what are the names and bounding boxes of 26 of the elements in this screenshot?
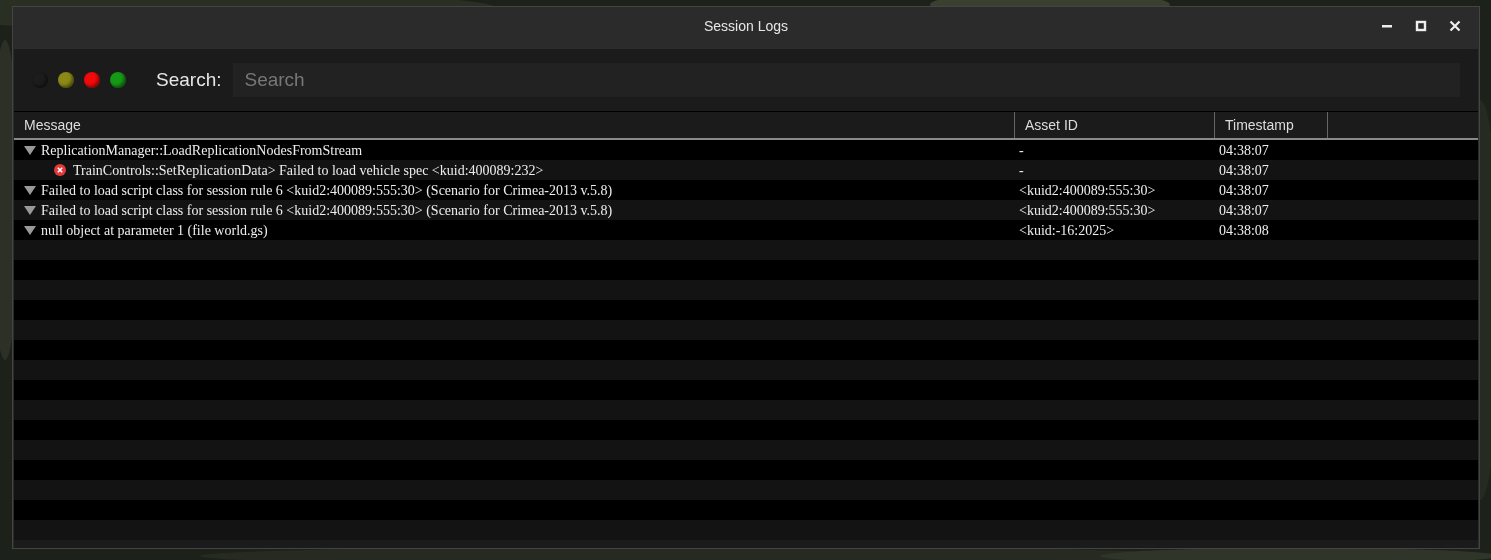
message-text: Failed to load script class for session rule 6 <kuid2:400089:555:30> (Scenario for Crimea-2013 v.5.8) bbox=[41, 201, 613, 220]
timestamp-text: 04:38:07 bbox=[1219, 182, 1269, 198]
window-title: Session Logs bbox=[703, 16, 789, 36]
column-header[interactable]: Asset ID bbox=[1015, 112, 1215, 138]
message-text: Failed to load script class for session rule 6 <kuid2:400089:555:30> (Scenario for Crimea-2013 v.5.8) bbox=[41, 181, 613, 200]
asset-id-text: <kuid:-16:2025> bbox=[1019, 222, 1115, 238]
expanded-triangle-icon[interactable] bbox=[24, 205, 36, 215]
expanded-triangle-icon[interactable] bbox=[24, 145, 36, 155]
message-text: null object at parameter 1 (file world.gs) bbox=[41, 221, 268, 240]
asset-id-text: - bbox=[1019, 142, 1024, 158]
search-label: Search: bbox=[156, 67, 222, 92]
message-text: TrainControls::SetReplicationData> Failed to load vehicle spec <kuid:400089:232> bbox=[73, 161, 544, 180]
timestamp-text: 04:38:07 bbox=[1219, 162, 1269, 178]
expanded-triangle-icon[interactable] bbox=[24, 225, 36, 235]
column-header[interactable]: Timestamp bbox=[1215, 112, 1328, 138]
timestamp-text: 04:38:07 bbox=[1219, 142, 1269, 158]
timestamp-text: 04:38:07 bbox=[1219, 202, 1269, 218]
message-text: ReplicationManager::LoadReplicationNodesFromStream bbox=[41, 141, 363, 160]
expanded-triangle-icon[interactable] bbox=[24, 185, 36, 195]
asset-id-text: <kuid2:400089:555:30> bbox=[1019, 202, 1156, 218]
timestamp-text: 04:38:08 bbox=[1219, 222, 1269, 238]
asset-id-text: <kuid2:400089:555:30> bbox=[1019, 182, 1156, 198]
error-icon bbox=[54, 164, 66, 176]
asset-id-text: - bbox=[1019, 162, 1024, 178]
column-header[interactable]: Message bbox=[14, 112, 1015, 138]
search-field[interactable]: Search bbox=[233, 63, 1460, 97]
